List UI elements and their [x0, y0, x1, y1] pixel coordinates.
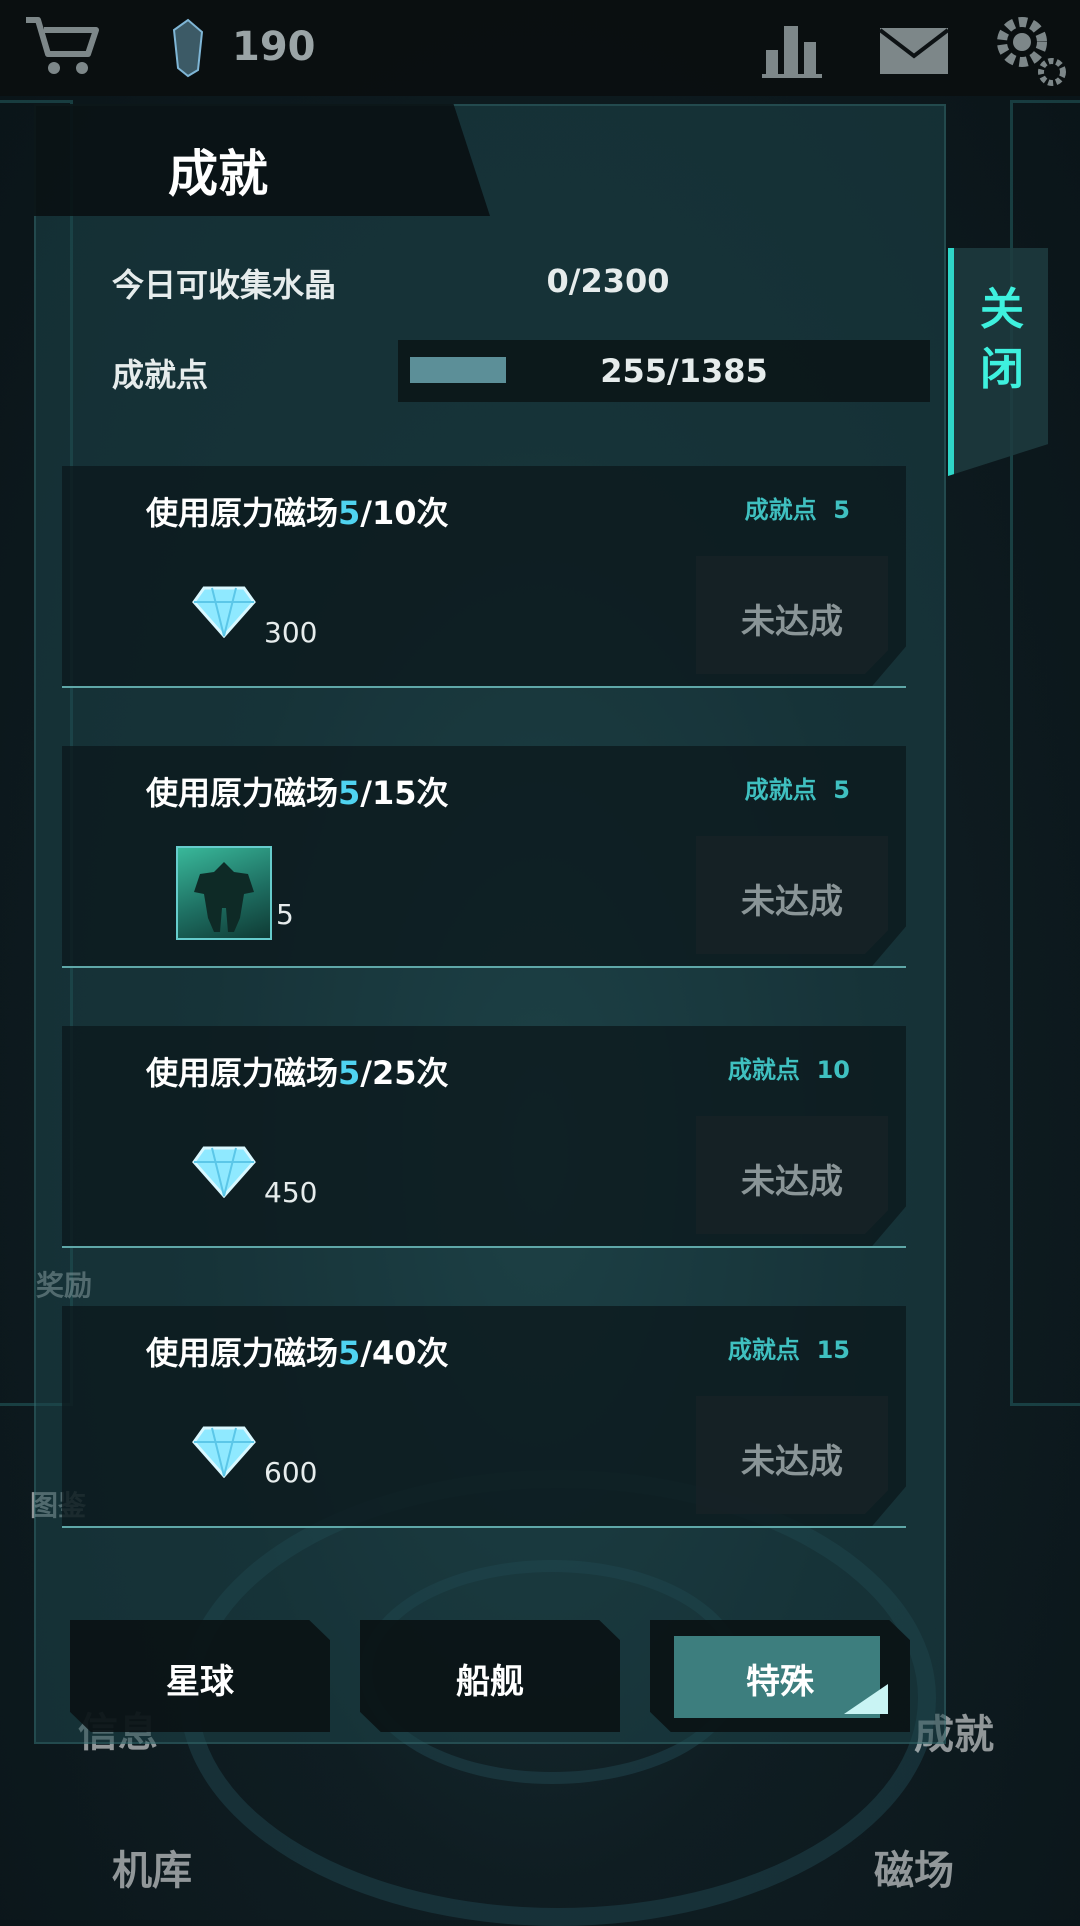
achievement-title: 使用原力磁场5/10次 — [146, 494, 449, 532]
close-button[interactable]: 关闭 — [948, 248, 1048, 476]
nav-hangar[interactable]: 机库 — [112, 1838, 192, 1896]
daily-crystal-label: 今日可收集水晶 — [112, 266, 337, 304]
tab-planet[interactable]: 星球 — [70, 1620, 330, 1732]
card-divider — [62, 966, 906, 968]
reward-amount: 450 — [264, 1176, 318, 1209]
card-divider — [62, 1246, 906, 1248]
diamond-icon — [192, 1146, 256, 1202]
points-label: 成就点 — [112, 356, 209, 394]
points-progress-fill — [410, 357, 506, 383]
diamond-icon — [192, 1426, 256, 1482]
reward-amount: 300 — [264, 616, 318, 649]
tab-corner-icon — [844, 1684, 888, 1714]
status-button[interactable]: 未达成 — [696, 1396, 888, 1514]
achievement-points: 成就点 10 — [727, 1056, 850, 1084]
achievement-card: 使用原力磁场5/10次 成就点 5 300 未达成 — [62, 466, 906, 686]
daily-crystal-value: 0/2300 — [546, 262, 670, 300]
crystal-icon — [172, 18, 204, 82]
status-button[interactable]: 未达成 — [696, 1116, 888, 1234]
status-label: 未达成 — [741, 1162, 843, 1202]
status-button[interactable]: 未达成 — [696, 556, 888, 674]
tab-planet-label: 星球 — [166, 1662, 234, 1702]
mail-icon[interactable] — [878, 26, 950, 80]
achievement-title: 使用原力磁场5/40次 — [146, 1334, 449, 1372]
points-progress-bar — [410, 357, 506, 383]
nav-field[interactable]: 磁场 — [874, 1838, 954, 1896]
top-bar: 190 — [0, 0, 1080, 96]
diamond-icon — [192, 586, 256, 642]
achievement-card: 使用原力磁场5/40次 成就点 15 600 未达成 — [62, 1306, 906, 1526]
panel-title: 成就 — [168, 145, 268, 203]
reward-amount: 5 — [276, 898, 294, 931]
tab-special[interactable]: 特殊 — [650, 1620, 910, 1732]
settings-gear-icon[interactable] — [990, 10, 1070, 94]
achievement-title: 使用原力磁场5/15次 — [146, 774, 449, 812]
tab-ship[interactable]: 船舰 — [360, 1620, 620, 1732]
shop-cart-icon[interactable] — [22, 14, 102, 82]
achievement-points: 成就点 5 — [744, 776, 850, 804]
status-button[interactable]: 未达成 — [696, 836, 888, 954]
achievement-points: 成就点 5 — [744, 496, 850, 524]
reward-amount: 600 — [264, 1456, 318, 1489]
points-value: 255/1385 — [600, 352, 768, 390]
leaderboard-icon[interactable] — [762, 20, 822, 84]
status-label: 未达成 — [741, 1442, 843, 1482]
crystal-count: 190 — [232, 24, 316, 70]
achievement-points: 成就点 15 — [727, 1336, 850, 1364]
achievement-card: 使用原力磁场5/15次 成就点 5 5 未达成 — [62, 746, 906, 966]
achievement-title: 使用原力磁场5/25次 — [146, 1054, 449, 1092]
tab-ship-label: 船舰 — [456, 1662, 524, 1702]
status-label: 未达成 — [741, 602, 843, 642]
card-divider — [62, 686, 906, 688]
card-divider — [62, 1526, 906, 1528]
status-label: 未达成 — [741, 882, 843, 922]
mech-card-icon — [176, 846, 272, 940]
achievement-card: 使用原力磁场5/25次 成就点 10 450 未达成 — [62, 1026, 906, 1246]
close-label: 关闭 — [980, 284, 1024, 395]
